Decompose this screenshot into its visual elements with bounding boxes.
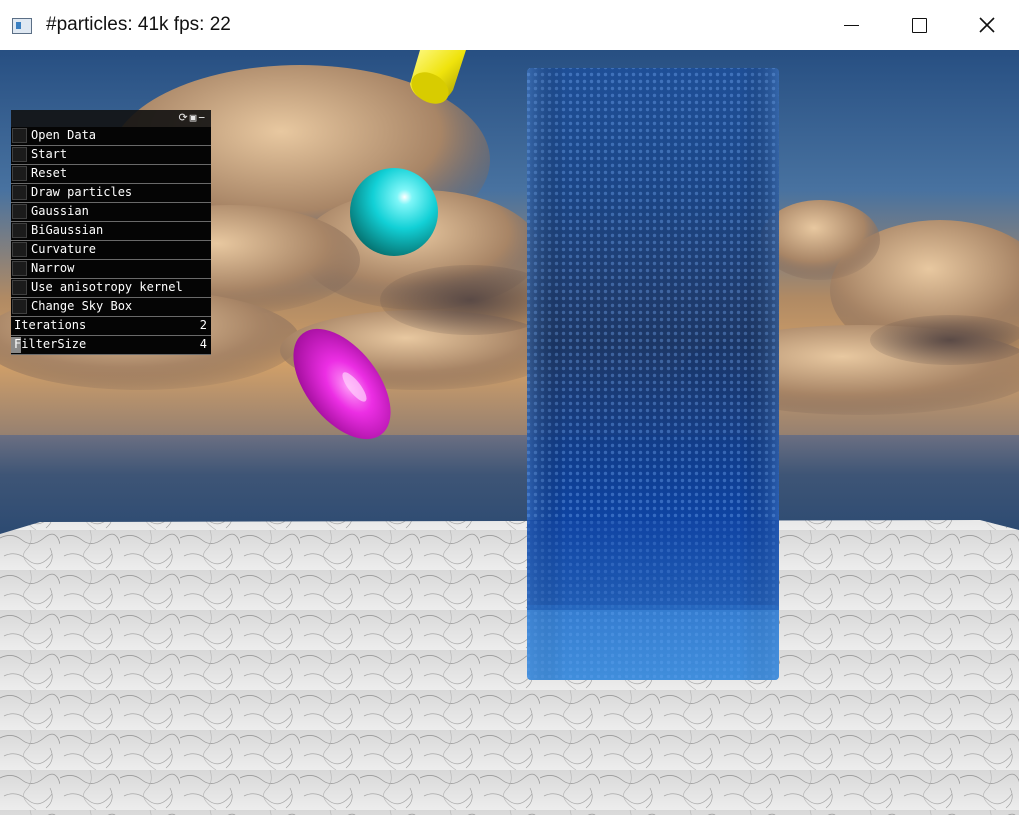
curvature-toggle[interactable]: Curvature [11, 241, 211, 260]
filtersize-value[interactable]: 4 [200, 337, 207, 351]
anisotropy-kernel-toggle[interactable]: Use anisotropy kernel [11, 279, 211, 298]
narrow-toggle[interactable]: Narrow [11, 260, 211, 279]
button-checkbox[interactable] [12, 128, 27, 143]
button-checkbox[interactable] [12, 166, 27, 181]
iterations-label: Iterations [14, 318, 87, 332]
window-title: #particles: 41k fps: 22 [46, 14, 231, 35]
title-bar: #particles: 41k fps: 22 [0, 0, 1019, 50]
iterations-value[interactable]: 2 [200, 318, 207, 332]
sea [0, 435, 1019, 535]
maximize-button[interactable] [884, 0, 954, 50]
control-panel: ⟳▣− Open Data Start Reset Draw particles… [10, 110, 211, 355]
render-viewport[interactable]: ⟳▣− Open Data Start Reset Draw particles… [0, 50, 1019, 815]
minimize-icon [843, 25, 859, 26]
close-icon [979, 17, 995, 33]
bigaussian-toggle[interactable]: BiGaussian [11, 222, 211, 241]
minimize-button[interactable] [816, 0, 886, 50]
reset-button[interactable]: Reset [11, 165, 211, 184]
filtersize-param[interactable]: FilterSize 4 [10, 336, 211, 355]
marble-floor [0, 520, 1019, 815]
app-window-icon [12, 18, 32, 34]
gaussian-toggle[interactable]: Gaussian [11, 203, 211, 222]
maximize-icon [911, 17, 927, 33]
particle-fluid-column [527, 68, 779, 680]
button-checkbox[interactable] [12, 185, 27, 200]
button-checkbox[interactable] [12, 204, 27, 219]
cyan-sphere [350, 168, 438, 256]
button-checkbox[interactable] [12, 223, 27, 238]
open-data-button[interactable]: Open Data [11, 127, 211, 146]
button-checkbox[interactable] [12, 280, 27, 295]
button-checkbox[interactable] [12, 242, 27, 257]
panel-header[interactable]: ⟳▣− [11, 110, 211, 127]
panel-header-icons[interactable]: ⟳▣− [179, 111, 207, 124]
iterations-param[interactable]: Iterations 2 [11, 317, 211, 336]
start-button[interactable]: Start [11, 146, 211, 165]
button-checkbox[interactable] [12, 147, 27, 162]
change-skybox-button[interactable]: Change Sky Box [11, 298, 211, 317]
draw-particles-toggle[interactable]: Draw particles [11, 184, 211, 203]
button-checkbox[interactable] [12, 261, 27, 276]
filtersize-label: FilterSize [10, 337, 87, 353]
button-checkbox[interactable] [12, 299, 27, 314]
close-button[interactable] [952, 0, 1019, 50]
